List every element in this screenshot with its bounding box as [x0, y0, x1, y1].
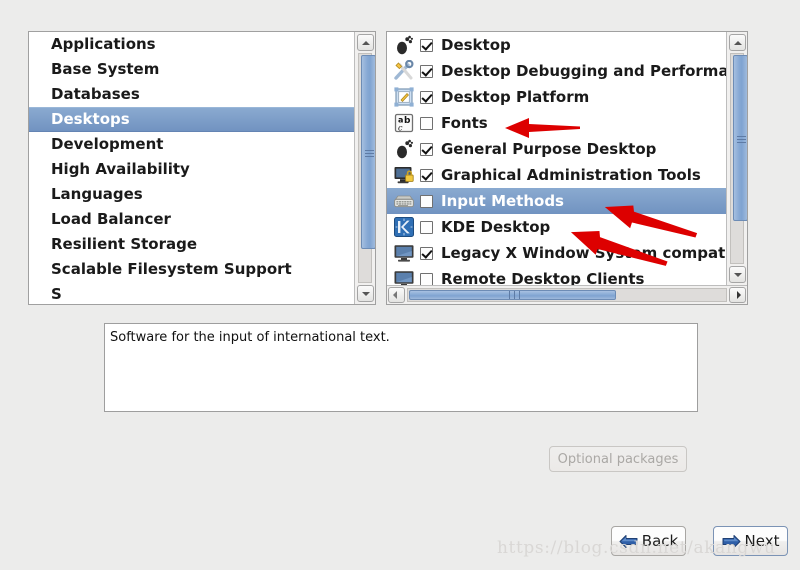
group-label: Desktop [441, 36, 511, 54]
fonts-abc-icon: abc [393, 112, 415, 134]
category-row[interactable]: High Availability [29, 157, 354, 182]
scroll-track[interactable] [358, 53, 375, 283]
group-checkbox[interactable] [420, 272, 433, 285]
category-list[interactable]: Applications Base System Databases Desktops… [29, 32, 354, 304]
watermark-text: https://blog.csdn.net/akangwu [497, 538, 776, 558]
group-label: Legacy X Window System compat [441, 244, 726, 262]
scroll-track[interactable] [730, 53, 747, 264]
scroll-thumb-horizontal[interactable] [409, 290, 616, 300]
scroll-up-button[interactable] [357, 34, 374, 51]
scroll-up-button[interactable] [729, 34, 746, 51]
category-row[interactable]: Languages [29, 182, 354, 207]
category-row[interactable]: Desktops [29, 107, 354, 132]
kde-logo-icon [393, 216, 415, 238]
category-label: Base System [51, 60, 160, 78]
scroll-right-button[interactable] [729, 287, 746, 303]
optional-packages-button[interactable]: Optional packages [549, 446, 687, 472]
group-row[interactable]: a b c Fonts [387, 110, 726, 136]
group-row[interactable]: General Purpose Desktop [387, 136, 726, 162]
category-row[interactable]: Resilient Storage [29, 232, 354, 257]
group-list[interactable]: Desktop Desktop Debugging and Performa Des… [387, 32, 726, 285]
group-vertical-scrollbar[interactable] [726, 32, 747, 285]
group-row[interactable]: Legacy X Window System compat [387, 240, 726, 266]
tools-icon [393, 59, 415, 82]
category-label: Resilient Storage [51, 235, 198, 253]
category-row[interactable]: Development [29, 132, 354, 157]
category-row[interactable]: S [29, 282, 354, 304]
group-row[interactable]: Desktop [387, 32, 726, 58]
group-row[interactable]: Desktop Platform [387, 84, 726, 110]
category-label: Load Balancer [51, 210, 171, 228]
group-label: Graphical Administration Tools [441, 166, 701, 184]
group-label: KDE Desktop [441, 218, 551, 236]
gnome-foot-icon [393, 138, 415, 160]
scroll-grip-icon [736, 134, 746, 145]
svg-text:c: c [398, 124, 403, 133]
group-checkbox[interactable] [420, 64, 433, 78]
scroll-thumb[interactable] [733, 55, 747, 221]
group-row[interactable]: Desktop Debugging and Performa [387, 58, 726, 84]
group-checkbox[interactable] [420, 90, 433, 104]
category-vertical-scrollbar[interactable] [354, 32, 375, 304]
description-box: Software for the input of international … [104, 323, 698, 412]
group-row[interactable]: Remote Desktop Clients [387, 266, 726, 285]
category-label: Languages [51, 185, 143, 203]
scroll-down-button[interactable] [357, 285, 374, 302]
group-label: Remote Desktop Clients [441, 270, 645, 285]
category-label: Development [51, 135, 164, 153]
category-row[interactable]: Load Balancer [29, 207, 354, 232]
category-label: Applications [51, 35, 156, 53]
optional-packages-label: Optional packages [557, 451, 679, 467]
gnome-foot-icon [393, 34, 415, 56]
group-checkbox[interactable] [420, 142, 433, 156]
category-list-panel[interactable]: Applications Base System Databases Desktops… [28, 31, 376, 305]
category-label: Desktops [51, 110, 130, 128]
category-label: Databases [51, 85, 140, 103]
group-checkbox[interactable] [420, 246, 433, 260]
scroll-thumb[interactable] [361, 55, 375, 249]
group-label: Desktop Debugging and Performa [441, 62, 726, 80]
category-row[interactable]: Scalable Filesystem Support [29, 257, 354, 282]
group-list-panel[interactable]: Desktop Desktop Debugging and Performa Des… [386, 31, 748, 305]
keyboard-icon [393, 190, 415, 212]
scroll-grip-icon [364, 148, 374, 159]
group-label: Input Methods [441, 192, 564, 210]
group-label: Fonts [441, 114, 488, 132]
group-row[interactable]: Input Methods [387, 188, 726, 214]
scroll-left-button[interactable] [388, 287, 405, 303]
desktop-platform-icon [393, 86, 415, 108]
scroll-grip-icon [507, 291, 522, 299]
category-row[interactable]: Base System [29, 57, 354, 82]
group-checkbox[interactable] [420, 38, 433, 52]
group-checkbox[interactable] [420, 220, 433, 234]
group-label: General Purpose Desktop [441, 140, 657, 158]
scroll-down-button[interactable] [729, 266, 746, 283]
monitor-icon [393, 268, 415, 285]
group-row[interactable]: KDE Desktop [387, 214, 726, 240]
category-label: S [51, 285, 62, 303]
category-label: Scalable Filesystem Support [51, 260, 292, 278]
group-checkbox[interactable] [420, 116, 433, 130]
category-row[interactable]: Applications [29, 32, 354, 57]
group-checkbox[interactable] [420, 194, 433, 208]
scroll-track-horizontal[interactable] [407, 288, 727, 302]
svg-text:b: b [404, 116, 411, 126]
group-row[interactable]: Graphical Administration Tools [387, 162, 726, 188]
group-label: Desktop Platform [441, 88, 590, 106]
category-label: High Availability [51, 160, 190, 178]
description-text: Software for the input of international … [110, 330, 390, 345]
monitor-icon [393, 242, 415, 264]
category-row[interactable]: Databases [29, 82, 354, 107]
monitor-lock-icon [393, 164, 415, 186]
group-horizontal-scrollbar[interactable] [387, 285, 747, 304]
group-checkbox[interactable] [420, 168, 433, 182]
